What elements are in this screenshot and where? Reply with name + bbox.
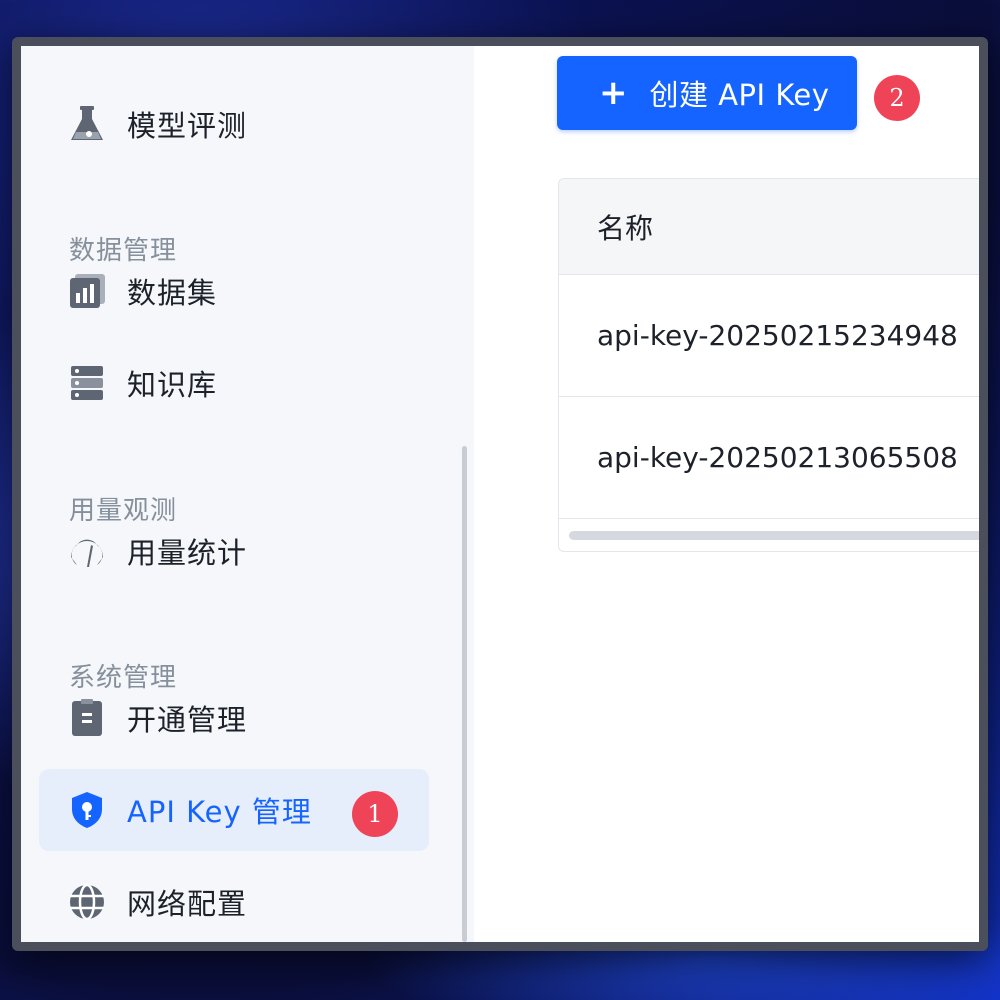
dataset-chart-icon [67,269,111,313]
sidebar-item-usage-stats[interactable]: 用量统计 [39,510,429,592]
sidebar-item-label: 开通管理 [127,703,248,737]
sidebar-item-model-eval[interactable]: 模型评测 [39,83,429,165]
table-horizontal-scrollbar[interactable] [569,531,979,540]
sidebar-item-label: 用量统计 [127,536,248,570]
server-database-icon [67,361,111,405]
sidebar: 模型评测 数据管理 数据集 知识库 用量观测 用量统计 系统管理 开通管理 AP… [21,46,474,942]
sidebar-item-label: 数据集 [127,276,218,310]
plus-icon: + [599,73,628,113]
globe-icon [67,880,111,924]
sidebar-item-knowledge-base[interactable]: 知识库 [39,342,429,424]
sidebar-item-activation[interactable]: 开通管理 [39,677,429,759]
clipboard-icon [67,696,111,740]
app-window: 模型评测 数据管理 数据集 知识库 用量观测 用量统计 系统管理 开通管理 AP… [12,37,988,951]
api-key-table: 名称 api-key-20250215234948 api-key-202502… [558,178,979,552]
sidebar-item-network-config[interactable]: 网络配置 [39,861,429,942]
create-api-key-button[interactable]: + 创建 API Key [557,56,857,130]
create-button-label: 创建 API Key [649,78,830,112]
app-screen: 模型评测 数据管理 数据集 知识库 用量观测 用量统计 系统管理 开通管理 AP… [21,46,979,942]
table-row[interactable]: api-key-20250213065508 [559,397,979,519]
sidebar-item-label: 网络配置 [127,887,248,921]
sidebar-item-label: 模型评测 [127,109,248,143]
sidebar-item-label: 知识库 [127,368,218,402]
sidebar-item-dataset[interactable]: 数据集 [39,250,429,332]
step-badge-1: 1 [352,791,398,837]
step-badge-2: 2 [874,75,920,121]
gauge-icon [67,529,111,573]
table-header-name: 名称 [559,179,979,275]
shield-key-icon [67,788,111,832]
table-row[interactable]: api-key-20250215234948 [559,275,979,397]
main-content: + 创建 API Key 2 名称 api-key-20250215234948… [474,46,979,942]
sidebar-scrollbar[interactable] [462,446,467,942]
flask-icon [67,102,111,146]
sidebar-item-label: API Key 管理 [127,795,312,829]
